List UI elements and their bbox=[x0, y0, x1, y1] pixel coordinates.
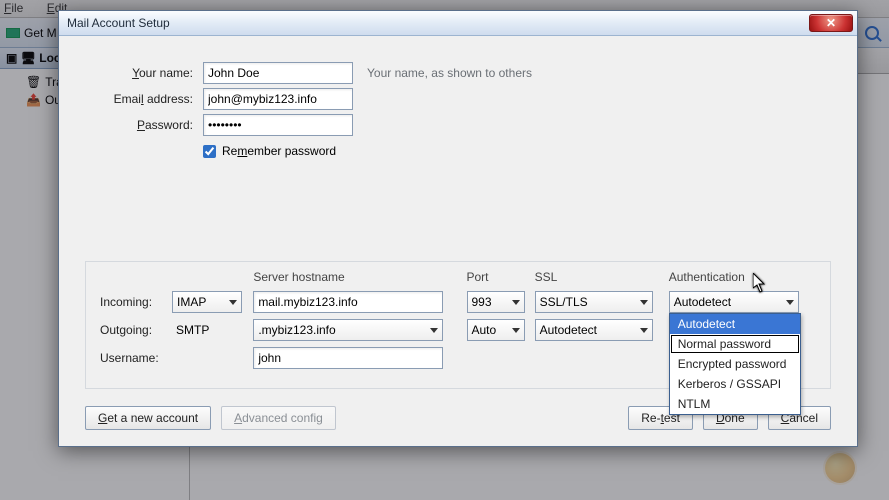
incoming-hostname-input[interactable] bbox=[253, 291, 443, 313]
password-label: Password: bbox=[85, 118, 203, 132]
outgoing-hostname-select[interactable]: .mybiz123.info bbox=[253, 319, 443, 341]
chevron-down-icon bbox=[430, 328, 438, 333]
incoming-port-select[interactable]: 993 bbox=[467, 291, 525, 313]
chevron-down-icon bbox=[512, 328, 520, 333]
dialog-titlebar[interactable]: Mail Account Setup ✕ bbox=[59, 11, 857, 36]
col-header-port: Port bbox=[467, 270, 535, 288]
incoming-auth-select[interactable]: Autodetect bbox=[669, 291, 799, 313]
chevron-down-icon bbox=[640, 328, 648, 333]
outgoing-label: Outgoing: bbox=[100, 316, 172, 344]
chevron-down-icon bbox=[229, 300, 237, 305]
server-settings-panel: Server hostname Port SSL Authentication … bbox=[85, 261, 831, 389]
auth-dropdown-menu: Autodetect Normal password Encrypted pas… bbox=[669, 313, 801, 415]
auth-option-kerberos[interactable]: Kerberos / GSSAPI bbox=[670, 374, 800, 394]
get-new-account-button[interactable]: Get a new account bbox=[85, 406, 211, 430]
advanced-config-button[interactable]: Advanced config bbox=[221, 406, 336, 430]
outgoing-ssl-select[interactable]: Autodetect bbox=[535, 319, 653, 341]
auth-option-encrypted-password[interactable]: Encrypted password bbox=[670, 354, 800, 374]
close-icon: ✕ bbox=[826, 16, 836, 30]
remember-password-checkbox[interactable] bbox=[203, 145, 216, 158]
mail-account-setup-dialog: Mail Account Setup ✕ Your name: Your nam… bbox=[58, 10, 858, 447]
incoming-protocol-select[interactable]: IMAP bbox=[172, 291, 242, 313]
incoming-label: Incoming: bbox=[100, 288, 172, 316]
dialog-title: Mail Account Setup bbox=[67, 16, 170, 30]
your-name-input[interactable] bbox=[203, 62, 353, 84]
chevron-down-icon bbox=[786, 300, 794, 305]
chevron-down-icon bbox=[512, 300, 520, 305]
auth-option-autodetect[interactable]: Autodetect bbox=[670, 314, 800, 334]
auth-option-normal-password[interactable]: Normal password bbox=[671, 335, 799, 353]
username-input[interactable] bbox=[253, 347, 443, 369]
remember-password-label: Remember password bbox=[222, 144, 336, 158]
outgoing-protocol-text: SMTP bbox=[172, 323, 209, 337]
outgoing-port-select[interactable]: Auto bbox=[467, 319, 525, 341]
email-input[interactable] bbox=[203, 88, 353, 110]
your-name-hint: Your name, as shown to others bbox=[367, 66, 532, 80]
email-label: Email address: bbox=[85, 92, 203, 106]
username-label: Username: bbox=[100, 344, 172, 372]
close-button[interactable]: ✕ bbox=[809, 14, 853, 32]
auth-option-ntlm[interactable]: NTLM bbox=[670, 394, 800, 414]
your-name-label: Your name: bbox=[85, 66, 203, 80]
col-header-auth: Authentication bbox=[669, 270, 816, 288]
col-header-server: Server hostname bbox=[253, 270, 466, 288]
col-header-ssl: SSL bbox=[535, 270, 669, 288]
chevron-down-icon bbox=[640, 300, 648, 305]
incoming-ssl-select[interactable]: SSL/TLS bbox=[535, 291, 653, 313]
password-input[interactable] bbox=[203, 114, 353, 136]
